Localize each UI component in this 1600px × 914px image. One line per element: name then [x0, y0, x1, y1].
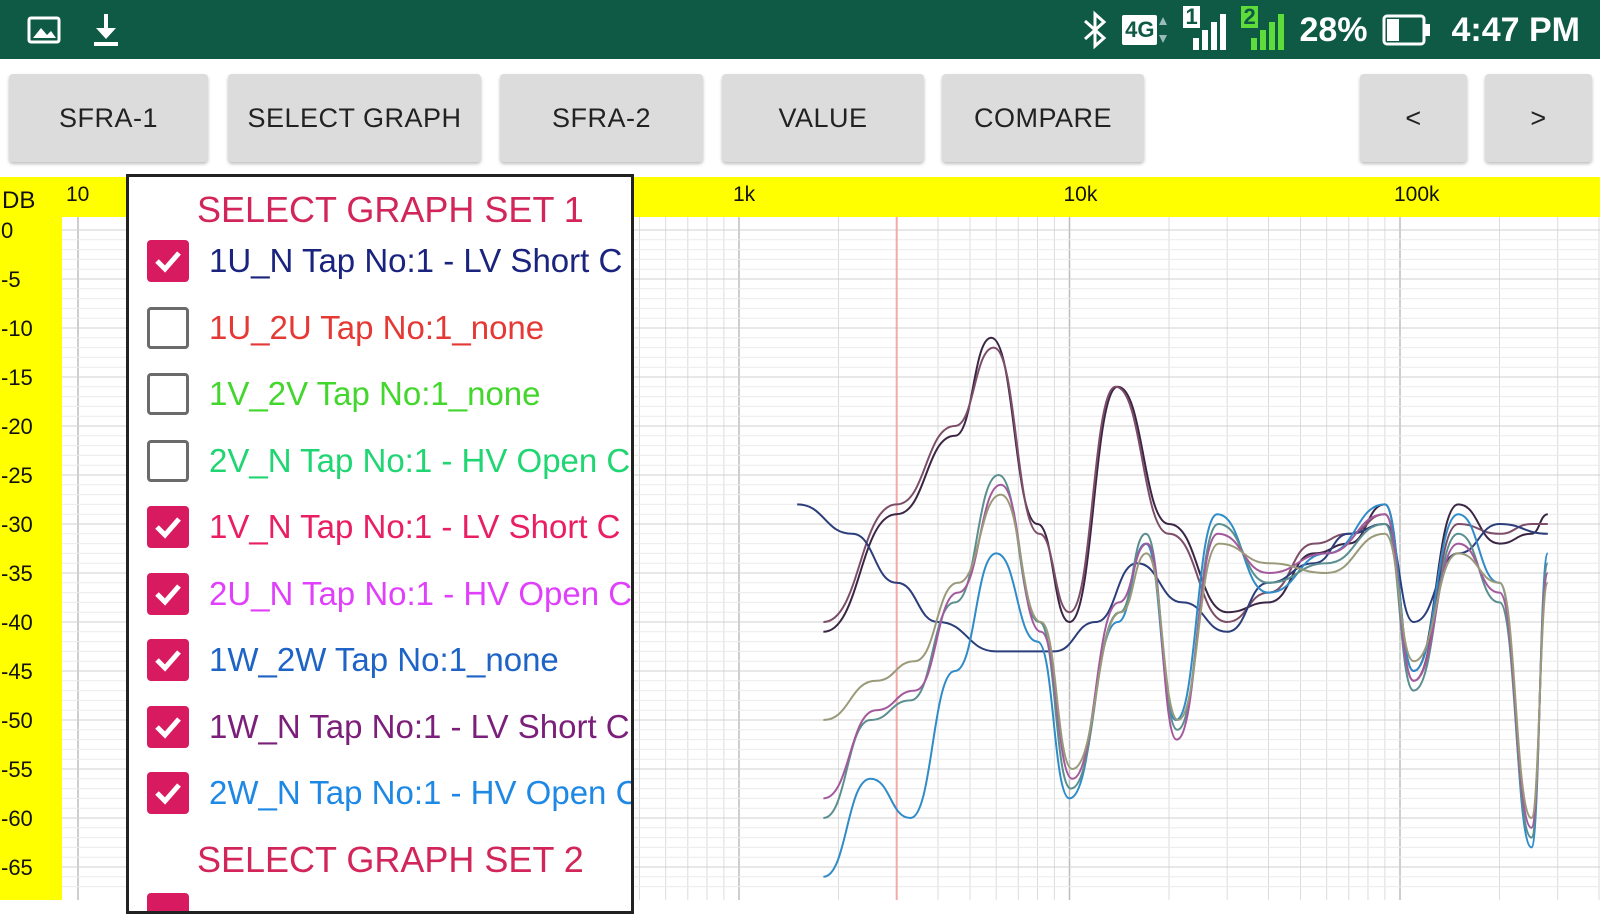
graph-item-label: 1W_2W Tap No:1_none [209, 641, 559, 678]
value-button[interactable]: VALUE [722, 74, 924, 162]
y-tick-label: -30 [1, 512, 33, 537]
check-icon [155, 517, 181, 539]
checkbox-checked[interactable] [147, 506, 189, 548]
download-icon [88, 12, 124, 48]
checkbox-checked[interactable] [147, 639, 189, 681]
graph-item[interactable]: 1V_2V Tap No:1_none [147, 364, 631, 424]
y-tick-label: -20 [1, 414, 33, 439]
checkbox-unchecked[interactable] [147, 439, 189, 482]
set1-heading: SELECT GRAPH SET 1 [197, 189, 584, 230]
sim2-number: 2 [1241, 4, 1258, 29]
graph-item-label: 2V_N Tap No:1 - HV Open C [209, 441, 631, 479]
y-tick-label: -35 [1, 561, 33, 586]
graph-item-label: 1W_N Tap No:1 - LV Short C [209, 707, 630, 745]
y-tick-label: -40 [1, 610, 33, 635]
graph-selector-panel: SELECT GRAPH SET 1 1U_N Tap No:1 - LV Sh… [126, 174, 634, 914]
x-tick-label: 10 [66, 183, 89, 206]
checkbox-checked[interactable] [147, 240, 189, 282]
graph-item-label: 1U_2U Tap No:1_none [209, 308, 545, 346]
y-axis-title: DB [2, 187, 35, 214]
select-graph-button[interactable]: SELECT GRAPH [228, 74, 481, 162]
sim1-number: 1 [1183, 4, 1200, 29]
y-tick-label: -65 [1, 855, 33, 880]
graph-item[interactable]: 2V_N Tap No:1 - HV Open C [147, 431, 631, 491]
graph-item[interactable]: 2W_N Tap No:1 - HV Open C [147, 763, 634, 823]
battery-icon [1382, 12, 1432, 48]
x-tick-label: 100k [1394, 183, 1440, 206]
graph-item-label: 1V_2V Tap No:1_none [209, 375, 541, 412]
next-button[interactable]: > [1485, 74, 1592, 162]
graph-item[interactable]: 1W_N Tap No:1 - LV Short C [147, 697, 631, 757]
y-tick-label: -5 [1, 267, 21, 292]
y-tick-label: -50 [1, 708, 33, 733]
y-tick-label: -45 [1, 659, 33, 684]
graph-item-label: 1U_N Tap No:1 - LV Short C [209, 242, 623, 279]
y-tick-label: -25 [1, 463, 33, 488]
graph-item[interactable]: 1V_N Tap No:1 - LV Short C [147, 497, 631, 557]
bluetooth-icon [1082, 10, 1108, 50]
y-tick-label: -10 [1, 316, 33, 341]
checkbox-unchecked[interactable] [147, 306, 189, 349]
x-tick-label: 1k [733, 183, 756, 206]
set2-first-checkbox[interactable] [147, 893, 189, 911]
signal-sim1-icon: 1 [1183, 4, 1227, 52]
graph-item-label: 2U_N Tap No:1 - HV Open C [209, 574, 633, 612]
check-icon [155, 716, 181, 739]
y-tick-label: 0 [1, 218, 13, 243]
network-4g-icon: 4G [1122, 13, 1169, 47]
status-bar: 4G 1 2 28% 4:47 PM [0, 0, 1600, 59]
graph-item-label: 1V_N Tap No:1 - LV Short C [209, 508, 621, 545]
check-icon [155, 650, 181, 672]
checkbox-checked[interactable] [147, 572, 189, 615]
clock: 4:47 PM [1451, 10, 1581, 49]
check-icon [155, 583, 181, 606]
checkbox-unchecked[interactable] [147, 373, 189, 415]
check-icon [155, 783, 181, 805]
y-tick-label: -55 [1, 757, 33, 782]
set2-heading: SELECT GRAPH SET 2 [197, 839, 584, 880]
checkbox-checked[interactable] [147, 772, 189, 814]
y-tick-label: -15 [1, 365, 33, 390]
graph-item[interactable]: 1U_2U Tap No:1_none [147, 298, 631, 358]
graph-item[interactable]: 1U_N Tap No:1 - LV Short C [147, 231, 631, 291]
checkbox-checked[interactable] [147, 705, 189, 748]
compare-button[interactable]: COMPARE [942, 74, 1144, 162]
signal-sim2-icon: 2 [1241, 4, 1285, 52]
x-tick-label: 10k [1064, 183, 1098, 206]
graph-item[interactable]: 2U_N Tap No:1 - HV Open C [147, 564, 633, 624]
sfra1-button[interactable]: SFRA-1 [9, 74, 208, 162]
battery-percent: 28% [1299, 10, 1368, 49]
network-type: 4G [1122, 15, 1158, 45]
graph-item-label: 2W_N Tap No:1 - HV Open C [209, 774, 634, 811]
toolbar: SFRA-1 SELECT GRAPH SFRA-2 VALUE COMPARE… [0, 59, 1600, 177]
sfra2-button[interactable]: SFRA-2 [500, 74, 703, 162]
graph-item[interactable]: 1W_2W Tap No:1_none [147, 630, 631, 690]
image-icon [26, 12, 62, 48]
check-icon [155, 251, 181, 273]
previous-button[interactable]: < [1360, 74, 1467, 162]
y-tick-label: -60 [1, 806, 33, 831]
